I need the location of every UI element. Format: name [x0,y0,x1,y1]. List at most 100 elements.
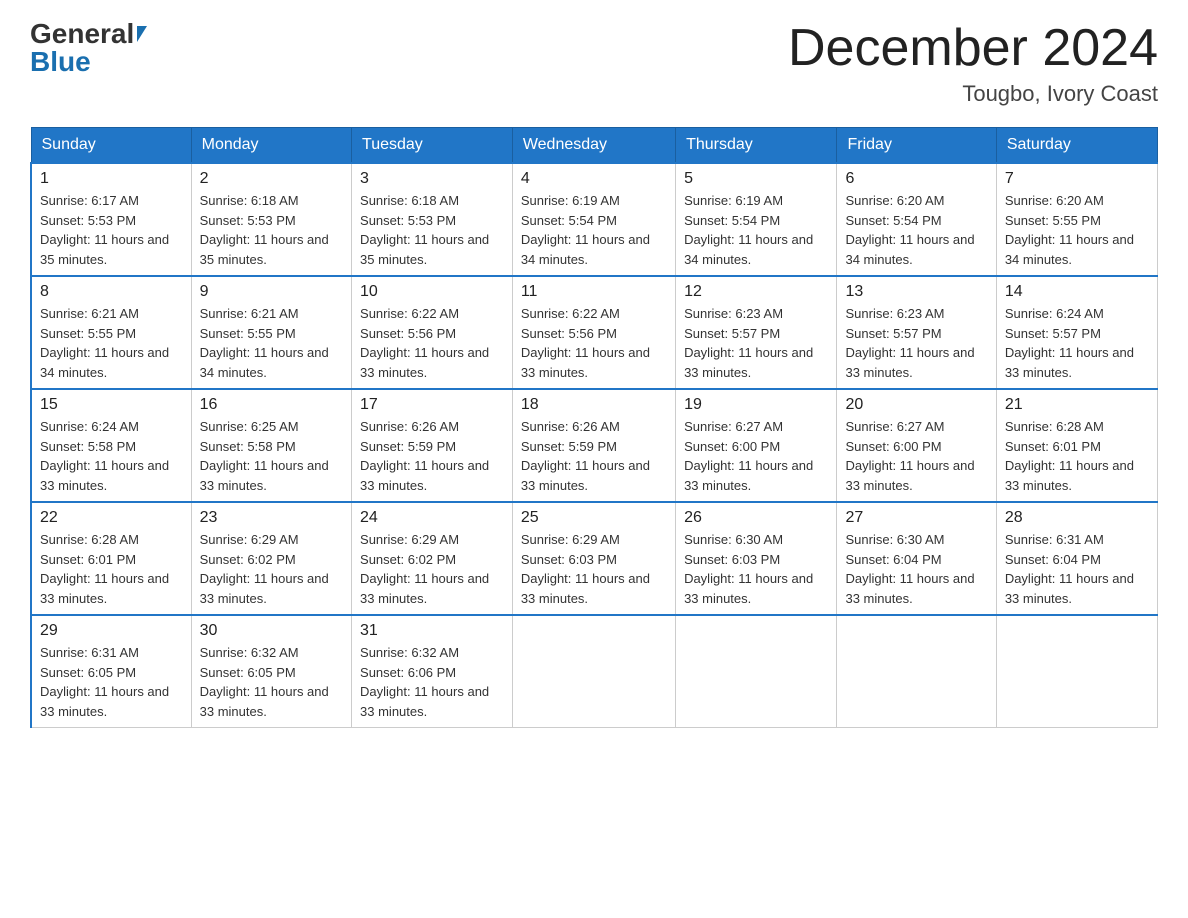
calendar-cell: 7 Sunrise: 6:20 AMSunset: 5:55 PMDayligh… [996,163,1157,276]
day-number: 24 [360,509,504,527]
day-number: 22 [40,509,183,527]
month-title: December 2024 [788,20,1158,77]
calendar-cell: 24 Sunrise: 6:29 AMSunset: 6:02 PMDaylig… [352,502,513,615]
calendar-cell: 12 Sunrise: 6:23 AMSunset: 5:57 PMDaylig… [676,276,837,389]
calendar-cell: 21 Sunrise: 6:28 AMSunset: 6:01 PMDaylig… [996,389,1157,502]
calendar-cell: 19 Sunrise: 6:27 AMSunset: 6:00 PMDaylig… [676,389,837,502]
day-number: 27 [845,509,987,527]
day-info: Sunrise: 6:29 AMSunset: 6:03 PMDaylight:… [521,530,667,608]
day-info: Sunrise: 6:22 AMSunset: 5:56 PMDaylight:… [360,304,504,382]
day-number: 30 [200,622,343,640]
calendar-cell [676,615,837,728]
day-number: 29 [40,622,183,640]
calendar-cell: 3 Sunrise: 6:18 AMSunset: 5:53 PMDayligh… [352,163,513,276]
day-number: 7 [1005,170,1149,188]
day-number: 28 [1005,509,1149,527]
day-info: Sunrise: 6:29 AMSunset: 6:02 PMDaylight:… [200,530,343,608]
calendar-cell: 2 Sunrise: 6:18 AMSunset: 5:53 PMDayligh… [191,163,351,276]
calendar-cell: 1 Sunrise: 6:17 AMSunset: 5:53 PMDayligh… [31,163,191,276]
day-number: 25 [521,509,667,527]
day-number: 4 [521,170,667,188]
calendar-cell: 10 Sunrise: 6:22 AMSunset: 5:56 PMDaylig… [352,276,513,389]
calendar-cell [837,615,996,728]
day-info: Sunrise: 6:31 AMSunset: 6:05 PMDaylight:… [40,643,183,721]
day-info: Sunrise: 6:30 AMSunset: 6:04 PMDaylight:… [845,530,987,608]
calendar-header-thursday: Thursday [676,128,837,164]
day-number: 26 [684,509,828,527]
day-info: Sunrise: 6:17 AMSunset: 5:53 PMDaylight:… [40,191,183,269]
calendar-week-row: 29 Sunrise: 6:31 AMSunset: 6:05 PMDaylig… [31,615,1158,728]
logo-blue-text: Blue [30,48,91,76]
calendar-cell: 31 Sunrise: 6:32 AMSunset: 6:06 PMDaylig… [352,615,513,728]
day-number: 13 [845,283,987,301]
day-info: Sunrise: 6:30 AMSunset: 6:03 PMDaylight:… [684,530,828,608]
day-info: Sunrise: 6:18 AMSunset: 5:53 PMDaylight:… [360,191,504,269]
day-info: Sunrise: 6:20 AMSunset: 5:55 PMDaylight:… [1005,191,1149,269]
logo: General Blue [30,20,147,76]
calendar-week-row: 15 Sunrise: 6:24 AMSunset: 5:58 PMDaylig… [31,389,1158,502]
calendar-cell: 5 Sunrise: 6:19 AMSunset: 5:54 PMDayligh… [676,163,837,276]
day-info: Sunrise: 6:24 AMSunset: 5:57 PMDaylight:… [1005,304,1149,382]
day-number: 19 [684,396,828,414]
day-number: 6 [845,170,987,188]
calendar-cell: 18 Sunrise: 6:26 AMSunset: 5:59 PMDaylig… [512,389,675,502]
calendar-header-row: SundayMondayTuesdayWednesdayThursdayFrid… [31,128,1158,164]
day-info: Sunrise: 6:21 AMSunset: 5:55 PMDaylight:… [40,304,183,382]
day-number: 3 [360,170,504,188]
calendar-cell: 11 Sunrise: 6:22 AMSunset: 5:56 PMDaylig… [512,276,675,389]
day-info: Sunrise: 6:28 AMSunset: 6:01 PMDaylight:… [40,530,183,608]
day-number: 2 [200,170,343,188]
day-number: 1 [40,170,183,188]
day-number: 16 [200,396,343,414]
day-number: 5 [684,170,828,188]
calendar-header-wednesday: Wednesday [512,128,675,164]
day-info: Sunrise: 6:24 AMSunset: 5:58 PMDaylight:… [40,417,183,495]
day-info: Sunrise: 6:27 AMSunset: 6:00 PMDaylight:… [845,417,987,495]
calendar-header-sunday: Sunday [31,128,191,164]
day-number: 17 [360,396,504,414]
day-number: 21 [1005,396,1149,414]
calendar-cell: 25 Sunrise: 6:29 AMSunset: 6:03 PMDaylig… [512,502,675,615]
calendar-header-tuesday: Tuesday [352,128,513,164]
day-info: Sunrise: 6:32 AMSunset: 6:06 PMDaylight:… [360,643,504,721]
calendar-week-row: 8 Sunrise: 6:21 AMSunset: 5:55 PMDayligh… [31,276,1158,389]
day-number: 31 [360,622,504,640]
calendar-cell: 28 Sunrise: 6:31 AMSunset: 6:04 PMDaylig… [996,502,1157,615]
day-number: 8 [40,283,183,301]
day-info: Sunrise: 6:18 AMSunset: 5:53 PMDaylight:… [200,191,343,269]
day-info: Sunrise: 6:26 AMSunset: 5:59 PMDaylight:… [521,417,667,495]
day-number: 18 [521,396,667,414]
calendar-cell: 15 Sunrise: 6:24 AMSunset: 5:58 PMDaylig… [31,389,191,502]
day-info: Sunrise: 6:31 AMSunset: 6:04 PMDaylight:… [1005,530,1149,608]
calendar-cell: 8 Sunrise: 6:21 AMSunset: 5:55 PMDayligh… [31,276,191,389]
day-number: 14 [1005,283,1149,301]
page-header: General Blue December 2024 Tougbo, Ivory… [30,20,1158,107]
day-info: Sunrise: 6:22 AMSunset: 5:56 PMDaylight:… [521,304,667,382]
day-info: Sunrise: 6:27 AMSunset: 6:00 PMDaylight:… [684,417,828,495]
day-info: Sunrise: 6:20 AMSunset: 5:54 PMDaylight:… [845,191,987,269]
day-number: 15 [40,396,183,414]
calendar-cell [512,615,675,728]
day-number: 11 [521,283,667,301]
calendar-header-saturday: Saturday [996,128,1157,164]
day-info: Sunrise: 6:21 AMSunset: 5:55 PMDaylight:… [200,304,343,382]
calendar-cell: 29 Sunrise: 6:31 AMSunset: 6:05 PMDaylig… [31,615,191,728]
day-info: Sunrise: 6:32 AMSunset: 6:05 PMDaylight:… [200,643,343,721]
calendar-cell: 9 Sunrise: 6:21 AMSunset: 5:55 PMDayligh… [191,276,351,389]
calendar-cell: 16 Sunrise: 6:25 AMSunset: 5:58 PMDaylig… [191,389,351,502]
location-title: Tougbo, Ivory Coast [788,81,1158,107]
calendar-cell: 30 Sunrise: 6:32 AMSunset: 6:05 PMDaylig… [191,615,351,728]
logo-triangle-icon [137,26,147,42]
day-info: Sunrise: 6:29 AMSunset: 6:02 PMDaylight:… [360,530,504,608]
calendar-cell: 22 Sunrise: 6:28 AMSunset: 6:01 PMDaylig… [31,502,191,615]
day-number: 9 [200,283,343,301]
calendar-cell: 27 Sunrise: 6:30 AMSunset: 6:04 PMDaylig… [837,502,996,615]
day-number: 23 [200,509,343,527]
calendar-cell [996,615,1157,728]
day-info: Sunrise: 6:19 AMSunset: 5:54 PMDaylight:… [521,191,667,269]
title-block: December 2024 Tougbo, Ivory Coast [788,20,1158,107]
calendar-cell: 6 Sunrise: 6:20 AMSunset: 5:54 PMDayligh… [837,163,996,276]
day-number: 20 [845,396,987,414]
day-info: Sunrise: 6:23 AMSunset: 5:57 PMDaylight:… [845,304,987,382]
calendar-cell: 13 Sunrise: 6:23 AMSunset: 5:57 PMDaylig… [837,276,996,389]
